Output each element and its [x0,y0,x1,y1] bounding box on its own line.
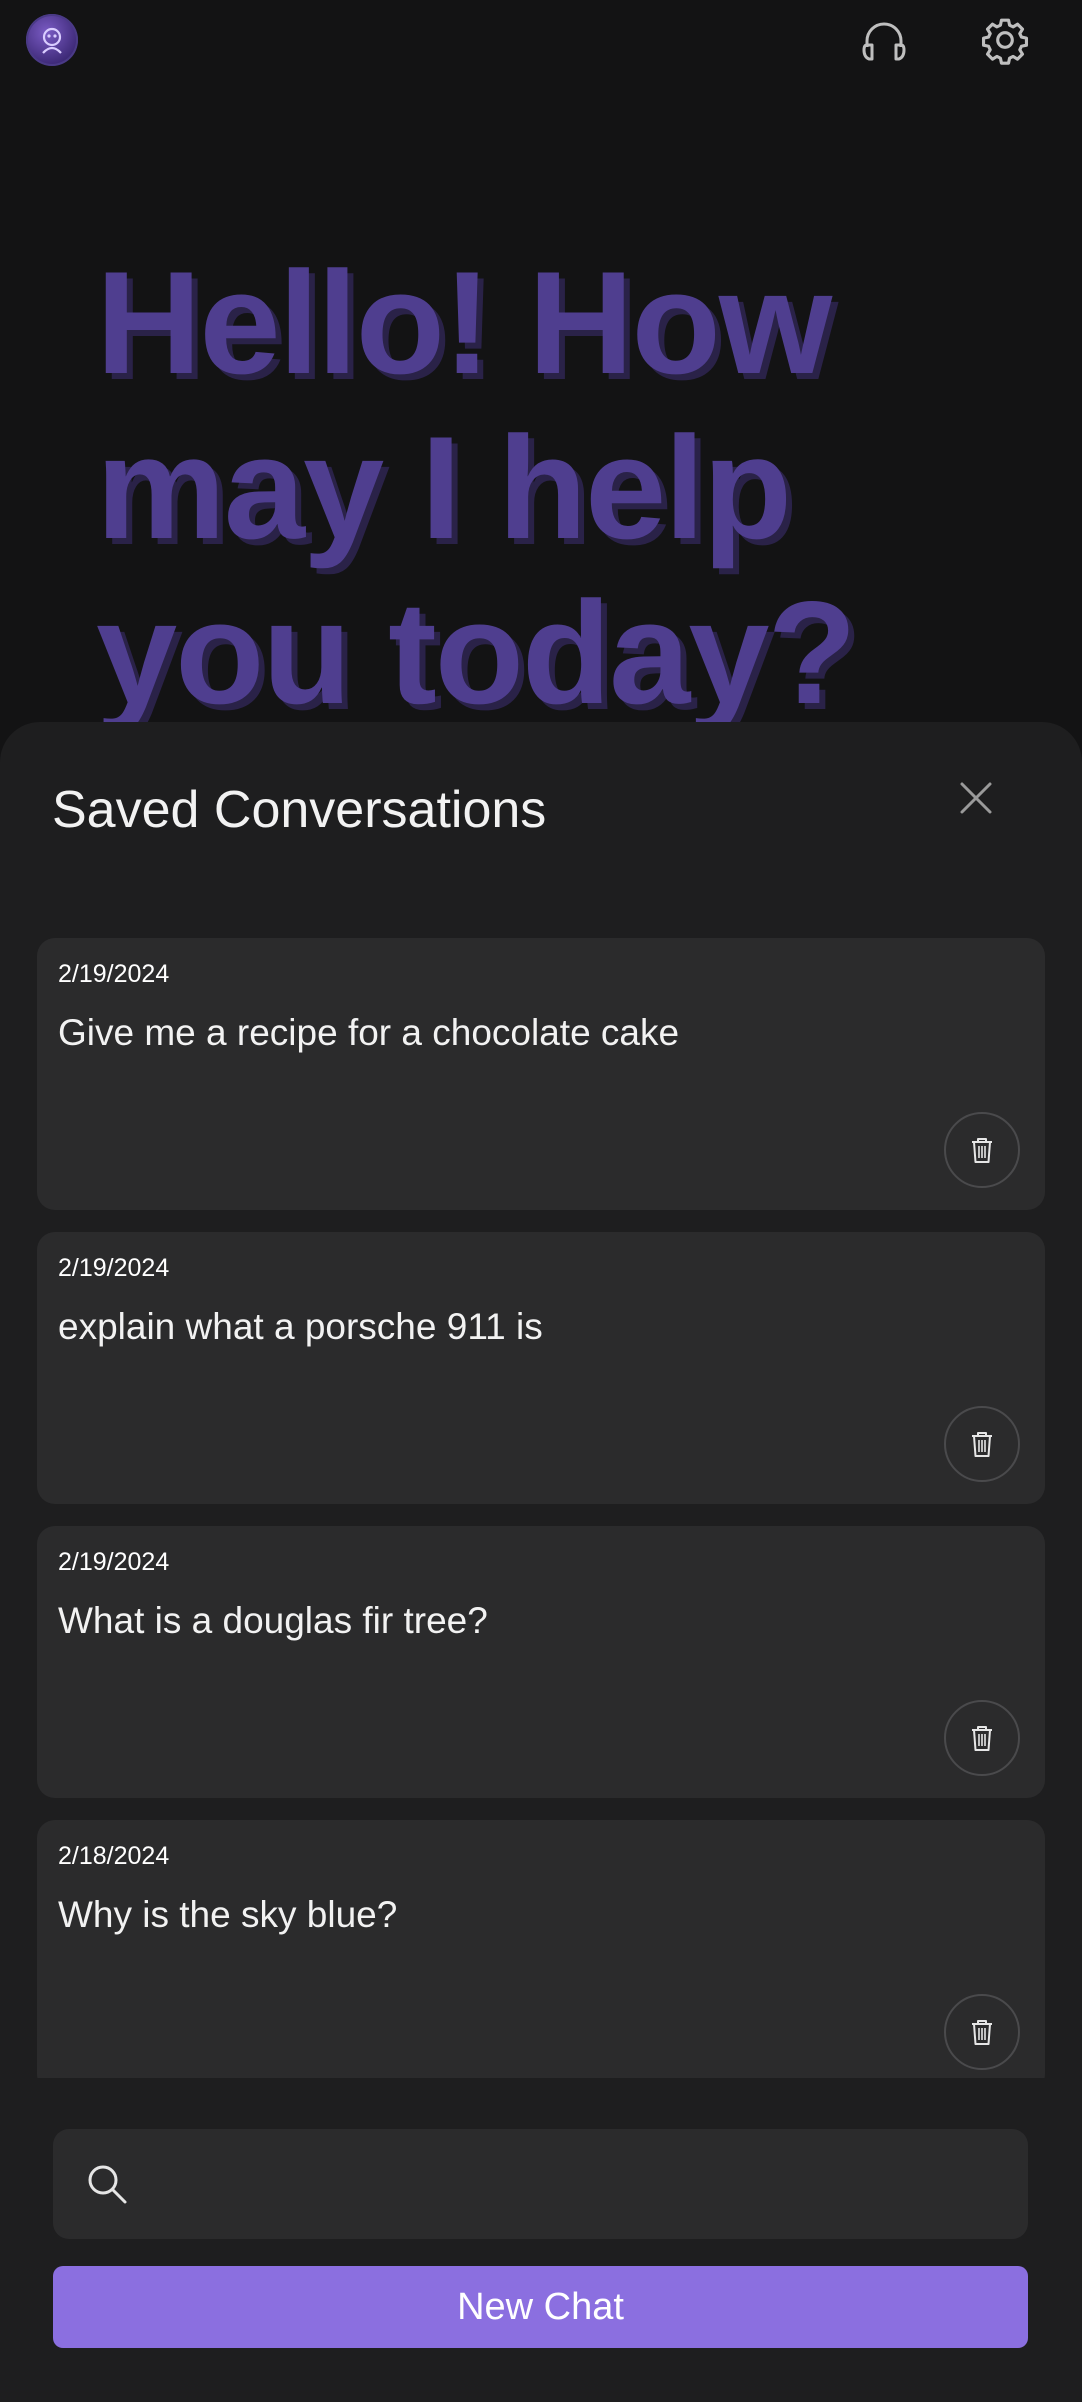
search-box[interactable] [53,2129,1028,2241]
delete-conversation-button[interactable] [944,1700,1020,1776]
search-input[interactable] [153,2129,1007,2241]
conversation-card[interactable]: 2/19/2024 explain what a porsche 911 is [37,1232,1045,1504]
trash-icon [972,1432,992,1457]
conversation-title: Give me a recipe for a chocolate cake [58,1012,680,1053]
conversation-card[interactable]: 2/19/2024 What is a douglas fir tree? [37,1526,1045,1798]
close-icon[interactable] [946,768,1006,828]
conversation-date: 2/18/2024 [58,1842,170,1870]
conversation-card[interactable]: 2/18/2024 Why is the sky blue? [37,1820,1045,2078]
headphones-icon[interactable] [856,12,912,68]
new-chat-button[interactable]: New Chat [53,2266,1028,2348]
delete-conversation-button[interactable] [944,1994,1020,2070]
conversation-title: What is a douglas fir tree? [58,1600,488,1641]
conversation-card[interactable]: 2/19/2024 Give me a recipe for a chocola… [37,938,1045,1210]
delete-conversation-button[interactable] [944,1406,1020,1482]
trash-icon [972,1138,992,1163]
assistant-avatar-icon[interactable] [26,14,78,66]
gear-icon[interactable] [977,12,1033,68]
trash-icon [972,2020,992,2045]
conversation-list[interactable]: 2/19/2024 Give me a recipe for a chocola… [37,938,1045,2078]
conversation-date: 2/19/2024 [58,1254,170,1282]
conversation-title: Why is the sky blue? [58,1894,398,1935]
trash-icon [972,1726,992,1751]
sheet-title: Saved Conversations [52,781,547,839]
conversation-date: 2/19/2024 [58,960,170,988]
conversation-date: 2/19/2024 [58,1548,170,1576]
saved-conversations-sheet: Saved Conversations 2/19/2024 Give me a … [0,722,1082,2402]
app-root: Hello! How may I help you today? Saved C… [0,0,1082,2402]
conversation-title: explain what a porsche 911 is [58,1306,543,1347]
greeting-heading: Hello! How may I help you today? [96,241,857,734]
delete-conversation-button[interactable] [944,1112,1020,1188]
search-icon [88,2165,127,2204]
